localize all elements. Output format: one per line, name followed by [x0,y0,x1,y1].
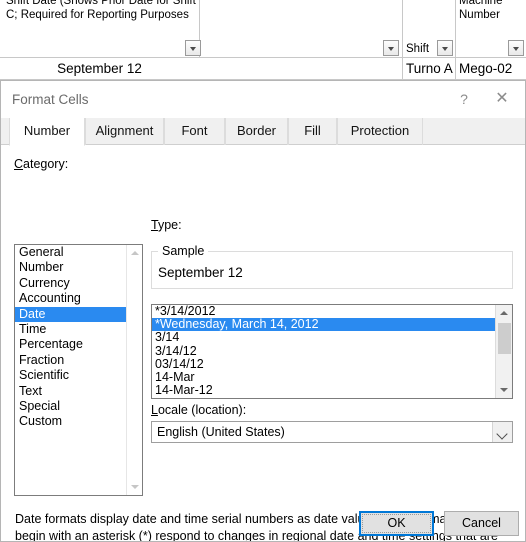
locale-label-accel: L [151,403,158,417]
tab-fill[interactable]: Fill [288,118,337,145]
category-label-rest: ategory: [23,157,69,171]
tab-protection[interactable]: Protection [337,118,423,145]
category-item[interactable]: Custom [15,414,142,429]
grid-line [402,0,403,80]
category-label: Category: [14,157,68,171]
category-item[interactable]: Accounting [15,291,142,306]
category-item[interactable]: General [15,245,142,260]
category-label-accel: C [14,157,24,171]
close-icon[interactable]: ✕ [487,85,517,113]
spreadsheet-backdrop: Shift Date (Shows Prior Date for Shift C… [0,0,526,80]
category-listbox[interactable]: General Number Currency Accounting Date … [14,244,143,496]
filter-dropdown-blank[interactable] [383,40,399,56]
cell-shift[interactable]: Turno A [406,58,453,80]
locale-label: Locale (location): [151,403,246,417]
category-item[interactable]: Fraction [15,353,142,368]
tab-number[interactable]: Number [9,118,85,146]
scroll-down-icon[interactable] [496,382,512,398]
type-label-rest: ype: [157,218,182,232]
type-item[interactable]: 3/14 [152,331,512,344]
tab-font[interactable]: Font [164,118,225,145]
type-item[interactable]: 03/14/12 [152,357,512,371]
locale-label-rest: ocale (location): [157,403,247,417]
chevron-down-icon[interactable] [492,422,512,442]
type-label: Type: [151,218,182,232]
column-header-machine-number: Machine Number [459,0,503,21]
format-description: Date formats display date and time seria… [15,512,498,542]
type-label-accel: T [151,218,158,232]
scroll-up-icon[interactable] [496,305,512,321]
type-item-selected[interactable]: *Wednesday, March 14, 2012 [152,317,512,332]
format-cells-dialog: Format Cells ? ✕ Number Alignment Font B… [0,80,526,542]
category-item[interactable]: Text [15,384,142,399]
dialog-title-bar: Format Cells ? ✕ [1,81,525,118]
type-item[interactable]: 14-Mar-12 [152,383,512,397]
scroll-up-icon[interactable] [127,245,142,261]
locale-selected-value: English (United States) [157,425,285,439]
category-item-selected[interactable]: Date [15,306,142,322]
help-icon[interactable]: ? [449,85,479,113]
tab-border[interactable]: Border [225,118,288,145]
category-item[interactable]: Special [15,399,142,414]
cell-machine-number[interactable]: Mego-02 [459,58,512,80]
cell-shift-date[interactable]: September 12 [0,58,199,80]
column-header-shift-date: Shift Date (Shows Prior Date for Shift C… [6,0,196,21]
scroll-down-icon[interactable] [127,479,142,495]
category-item[interactable]: Scientific [15,368,142,383]
filter-dropdown-machine-number[interactable] [508,40,524,56]
category-scrollbar[interactable] [126,245,142,495]
scrollbar-thumb[interactable] [498,323,511,354]
type-scrollbar[interactable] [495,305,512,398]
sample-value: September 12 [158,265,243,280]
ok-button[interactable]: OK [359,511,434,536]
tab-alignment[interactable]: Alignment [85,118,164,145]
dialog-title: Format Cells [12,92,89,107]
sample-label: Sample [158,244,209,258]
cancel-button[interactable]: Cancel [444,511,519,536]
filter-dropdown-shift-date[interactable] [185,40,201,56]
tab-strip: Number Alignment Font Border Fill Protec… [1,118,525,146]
type-listbox[interactable]: *3/14/2012 *Wednesday, March 14, 2012 3/… [151,304,513,399]
category-item[interactable]: Percentage [15,337,142,352]
filter-dropdown-shift[interactable] [437,40,453,56]
locale-dropdown[interactable]: English (United States) [151,421,513,443]
grid-line [455,0,456,80]
category-item[interactable]: Number [15,260,142,275]
category-item[interactable]: Currency [15,276,142,291]
type-item[interactable]: 3/14/12 [152,344,512,358]
category-item[interactable]: Time [15,322,142,337]
